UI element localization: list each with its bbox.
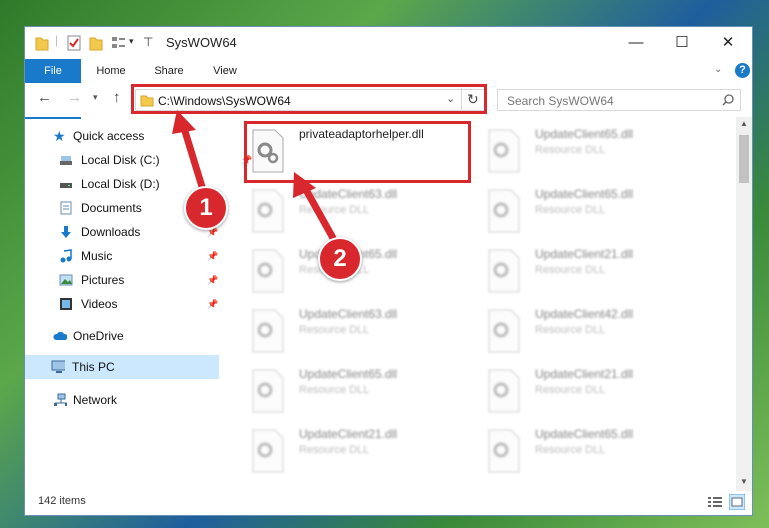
arrow-to-file — [293, 172, 337, 242]
step-1-badge: 1 — [184, 186, 228, 230]
step-2-badge: 2 — [318, 237, 362, 281]
annotation-arrows — [172, 110, 337, 242]
arrow-to-address-bar — [172, 110, 207, 194]
